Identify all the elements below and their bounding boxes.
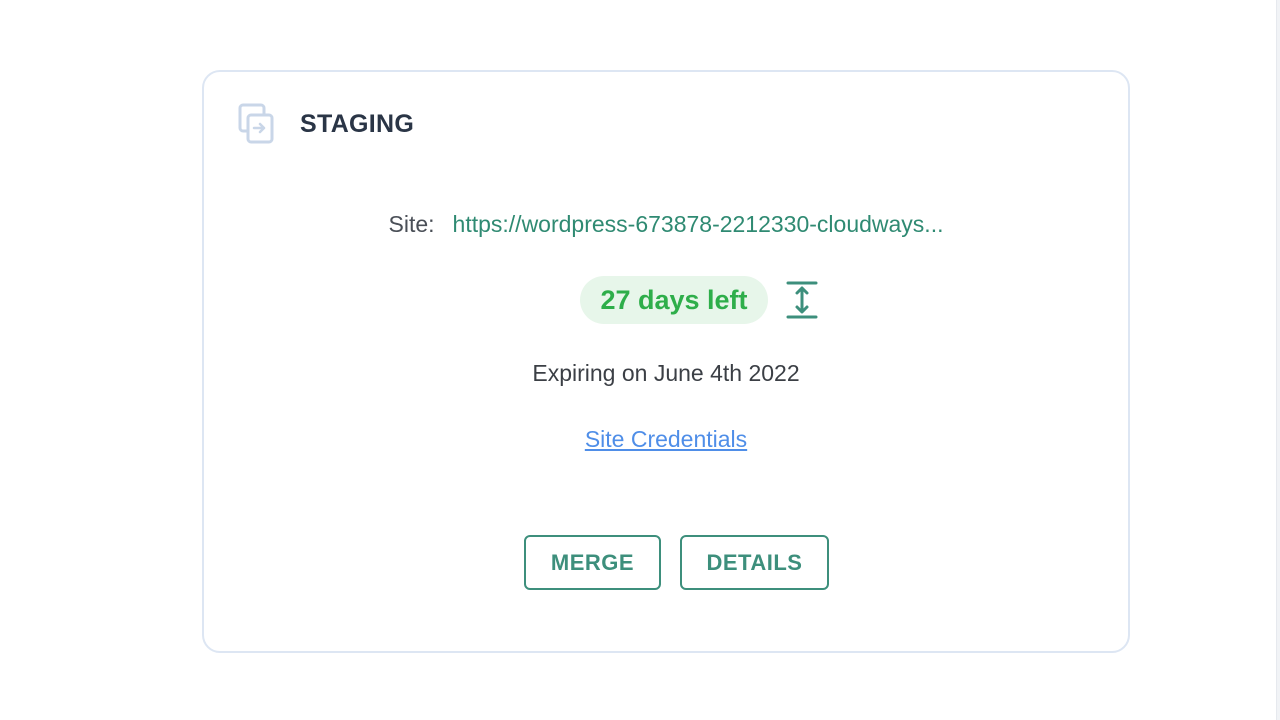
staging-copy-icon [238,103,276,145]
expiry-date-text: Expiring on June 4th 2022 [532,360,800,386]
merge-button[interactable]: MERGE [524,535,661,590]
details-button[interactable]: DETAILS [680,535,829,590]
page: STAGING Site: https://wordpress-673878-22… [0,0,1280,720]
extend-expiry-icon[interactable] [786,280,818,320]
days-left-row: 27 days left [204,276,1128,324]
site-url-link[interactable]: https://wordpress-673878-2212330-cloudwa… [453,211,944,237]
credentials-row: Site Credentials [204,426,1128,453]
action-buttons: MERGE DETAILS [204,535,1128,591]
card-title: STAGING [300,109,415,138]
staging-card: STAGING Site: https://wordpress-673878-22… [202,70,1130,653]
days-left-badge: 27 days left [580,276,768,324]
site-row: Site: https://wordpress-673878-2212330-cl… [204,206,1128,242]
card-header: STAGING [238,102,414,146]
window-edge [1276,0,1280,720]
site-label: Site: [388,211,435,237]
site-credentials-link[interactable]: Site Credentials [585,426,747,452]
